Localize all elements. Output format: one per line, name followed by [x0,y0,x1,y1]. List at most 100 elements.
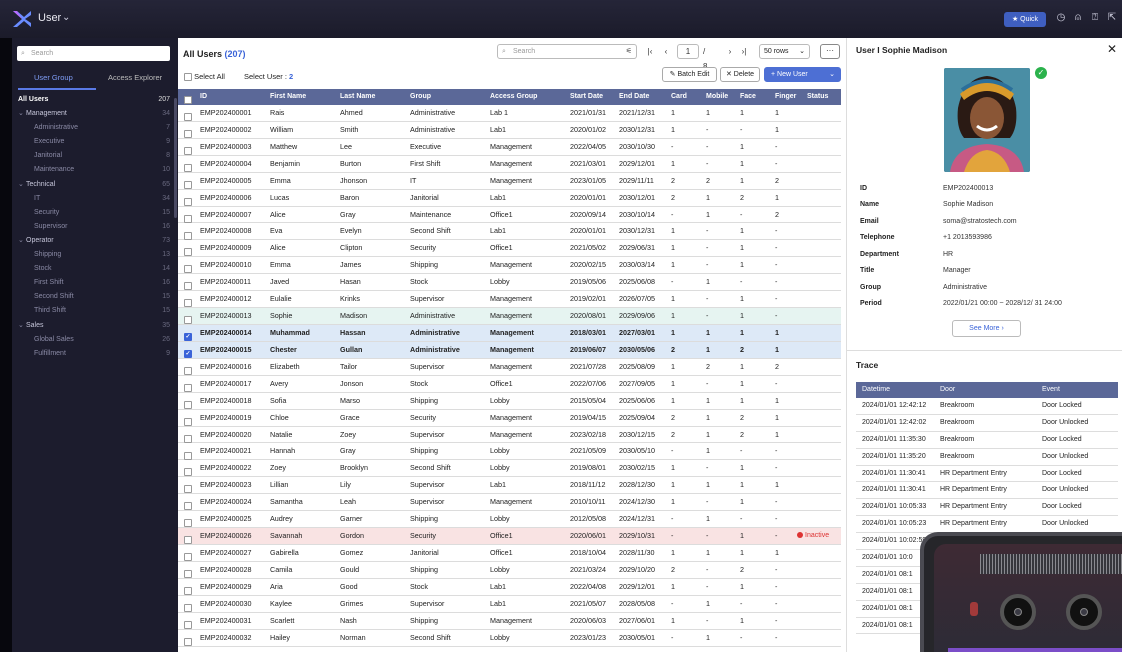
sidebar-search-input[interactable]: ⌕ Search [17,46,170,61]
sidebar-item-supervisor[interactable]: Supervisor 16 [12,220,178,234]
table-row[interactable]: EMP202400029 Aria Good Stock Lab1 2022/04/08 2… [178,578,841,596]
trace-header-datetime[interactable]: Datetime [862,382,890,398]
table-row[interactable]: EMP202400002 William Smith Administrative La… [178,121,841,139]
table-row[interactable]: EMP202400003 Matthew Lee Executive Managemen… [178,138,841,156]
table-row[interactable]: ✓ EMP202400015 Chester Gullan Administrative… [178,341,841,359]
sidebar-item-it[interactable]: IT 34 [12,192,178,206]
sidebar-item-fulfillment[interactable]: Fulfillment 9 [12,347,178,361]
table-row[interactable]: EMP202400006 Lucas Baron Janitorial Lab1 2020… [178,189,841,207]
sidebar-item-executive[interactable]: Executive 9 [12,135,178,149]
table-row[interactable]: EMP202400022 Zoey Brooklyn Second Shift Lobb… [178,460,841,478]
sidebar-item-janitorial[interactable]: Janitorial 8 [12,149,178,163]
trace-row[interactable]: 2024/01/01 12:42:02 Breakroom Door Unlocke… [856,415,1118,432]
column-header-group[interactable]: Group [410,89,431,105]
table-row[interactable]: EMP202400026 Savannah Gordon Security Office… [178,528,841,545]
trace-row[interactable]: 2024/01/01 10:05:23 HR Department Entry Do… [856,516,1118,534]
table-row[interactable]: EMP202400027 Gabirella Gomez Janitorial Offi… [178,544,841,562]
column-header-finger[interactable]: Finger [775,89,796,105]
clock-icon[interactable]: ◷ [1054,11,1068,25]
column-header-status[interactable]: Status [807,89,828,105]
select-all-checkbox[interactable] [184,73,192,82]
table-row[interactable]: EMP202400019 Chloe Grace Security Management… [178,409,841,427]
table-row[interactable]: EMP202400024 Samantha Leah Supervisor Manage… [178,494,841,512]
table-row[interactable]: EMP202400021 Hannah Gray Shipping Lobby 2021/… [178,443,841,461]
trace-row[interactable]: 2024/01/01 11:35:30 Breakroom Door Locked [856,432,1118,449]
delete-button[interactable]: ✕ Delete [720,67,760,82]
sidebar-item-administrative[interactable]: Administrative 7 [12,121,178,135]
table-row[interactable]: EMP202400009 Alice Clipton Security Office1 2… [178,240,841,258]
column-header-id[interactable]: ID [200,89,207,105]
table-row[interactable]: EMP202400017 Avery Jonson Stock Office1 2022/… [178,375,841,393]
sidebar-item-stock[interactable]: Stock 14 [12,262,178,276]
column-header-first-name[interactable]: First Name [270,89,306,105]
trace-header-door[interactable]: Door [940,382,955,398]
table-row[interactable]: EMP202400012 Eulalie Krinks Supervisor Manag… [178,291,841,309]
table-row[interactable]: EMP202400016 Elizabeth Tailor Supervisor Man… [178,358,841,376]
column-header-card[interactable]: Card [671,89,687,105]
user-search-input[interactable]: ⌕ Search ⚟ [497,44,637,59]
trace-header-event[interactable]: Event [1042,382,1060,398]
sidebar-item-operator[interactable]: ⌄ Operator 73 [12,234,178,248]
chevron-down-icon[interactable]: ⌄ [829,68,835,81]
page-input[interactable]: 1 [677,44,699,59]
trace-row[interactable]: 2024/01/01 10:05:33 HR Department Entry Do… [856,499,1118,517]
prev-page-icon[interactable]: ‹ [661,44,671,59]
rows-per-page-select[interactable]: 50 rows ⌄ [759,44,810,59]
sidebar-item-shipping[interactable]: Shipping 13 [12,248,178,262]
table-row[interactable]: ✓ EMP202400014 Muhammad Hassan Administrativ… [178,324,841,342]
filter-icon[interactable]: ⚟ [626,45,632,58]
column-header-start-date[interactable]: Start Date [570,89,603,105]
table-row[interactable]: EMP202400025 Audrey Garner Shipping Lobby 201… [178,511,841,529]
sidebar-item-sales[interactable]: ⌄ Sales 35 [12,319,178,333]
chevron-down-icon[interactable]: ⌄ [18,319,24,333]
table-row[interactable]: EMP202400008 Eva Evelyn Second Shift Lab1 202… [178,223,841,241]
quick-button[interactable]: ★ Quick [1004,12,1046,27]
table-row[interactable]: EMP202400007 Alice Gray Maintenance Office1 2… [178,206,841,224]
sidebar-item-all-users[interactable]: All Users 207 [12,93,178,107]
sidebar-item-third-shift[interactable]: Third Shift 15 [12,304,178,318]
sidebar-scrollbar[interactable] [174,98,177,218]
table-row[interactable]: EMP202400010 Emma James Shipping Management 2… [178,257,841,275]
sidebar-item-second-shift[interactable]: Second Shift 15 [12,290,178,304]
table-row[interactable]: EMP202400001 Rais Ahmed Administrative Lab 1… [178,105,841,122]
next-page-icon[interactable]: › [725,44,735,59]
table-row[interactable]: EMP202400005 Emma Jhonson IT Management 2023/… [178,172,841,190]
table-row[interactable]: EMP202400032 Hailey Norman Second Shift Lobb… [178,629,841,650]
sidebar-item-security[interactable]: Security 15 [12,206,178,220]
column-header-mobile[interactable]: Mobile [706,89,728,105]
chevron-down-icon[interactable]: ⌄ [62,12,70,23]
chevron-down-icon[interactable]: ⌄ [18,107,24,121]
tab-access-explorer[interactable]: Access Explorer [108,73,162,82]
new-user-button[interactable]: + New User ⌄ [764,67,841,82]
table-row[interactable]: EMP202400011 Javed Hasan Stock Lobby 2019/05/… [178,274,841,292]
help-icon[interactable]: ⍰ [1088,11,1102,25]
table-row[interactable]: EMP202400031 Scarlett Nash Shipping Manageme… [178,612,841,630]
column-header-face[interactable]: Face [740,89,756,105]
trace-row[interactable]: 2024/01/01 11:30:41 HR Department Entry Do… [856,466,1118,483]
last-page-icon[interactable]: ›| [739,44,749,59]
column-header-access-group[interactable]: Access Group [490,89,537,105]
close-icon[interactable]: ✕ [1107,42,1117,56]
see-more-button[interactable]: See More › [952,320,1021,337]
table-row[interactable]: EMP202400023 Lillian Lily Supervisor Lab1 201… [178,477,841,495]
app-title[interactable]: User [38,12,61,24]
row-checkbox[interactable] [184,634,192,650]
table-row[interactable]: EMP202400028 Camila Gould Shipping Lobby 2021… [178,561,841,579]
first-page-icon[interactable]: |‹ [645,44,655,59]
select-all[interactable]: Select All [184,72,225,82]
chevron-down-icon[interactable]: ⌄ [18,178,24,192]
sidebar-item-maintenance[interactable]: Maintenance 10 [12,163,178,177]
trace-row[interactable]: 2024/01/01 11:35:20 Breakroom Door Unlocke… [856,449,1118,466]
user-icon[interactable]: ⍝ [1071,11,1085,25]
sidebar-item-technical[interactable]: ⌄ Technical 65 [12,178,178,192]
trace-row[interactable]: 2024/01/01 12:42:12 Breakroom Door Locked [856,398,1118,415]
logout-icon[interactable]: ⇱ [1105,11,1119,25]
column-header-last-name[interactable]: Last Name [340,89,375,105]
trace-row[interactable]: 2024/01/01 11:30:41 HR Department Entry Do… [856,482,1118,500]
table-row[interactable]: EMP202400004 Benjamin Burton First Shift Man… [178,155,841,173]
chevron-down-icon[interactable]: ⌄ [18,234,24,248]
table-row[interactable]: EMP202400030 Kaylee Grimes Supervisor Lab1 20… [178,595,841,613]
table-row[interactable]: EMP202400018 Sofia Marso Shipping Lobby 2015/… [178,392,841,410]
more-options-button[interactable]: ··· [820,44,840,59]
table-row[interactable]: EMP202400013 Sophie Madison Administrative M… [178,308,841,325]
